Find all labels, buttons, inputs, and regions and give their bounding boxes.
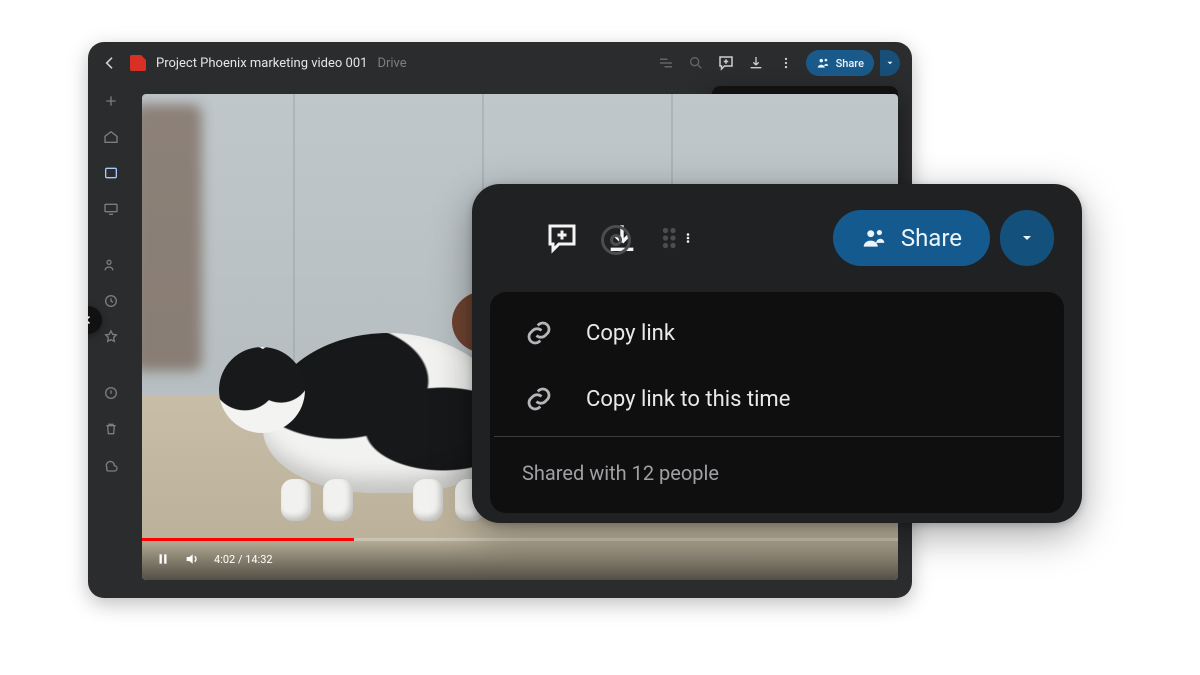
progress-bar[interactable] bbox=[142, 538, 898, 541]
overlay-action-row: Share bbox=[472, 184, 1082, 286]
add-icon[interactable] bbox=[100, 90, 122, 112]
drive-icon[interactable] bbox=[100, 162, 122, 184]
equalizer-icon[interactable] bbox=[656, 53, 676, 73]
search-icon[interactable] bbox=[686, 53, 706, 73]
left-sidebar bbox=[88, 84, 134, 598]
add-comment-icon[interactable] bbox=[544, 220, 580, 256]
share-button[interactable]: Share bbox=[833, 210, 990, 266]
shared-icon[interactable] bbox=[100, 254, 122, 276]
copy-link-time-row[interactable]: Copy link to this time bbox=[494, 366, 1060, 432]
copy-link-time-label: Copy link to this time bbox=[586, 387, 790, 412]
more-icon[interactable] bbox=[776, 53, 796, 73]
share-label: Share bbox=[901, 224, 962, 252]
shared-with-row[interactable]: Shared with 12 people bbox=[494, 441, 1060, 509]
spam-icon[interactable] bbox=[100, 382, 122, 404]
download-icon[interactable] bbox=[604, 220, 640, 256]
add-comment-icon[interactable] bbox=[716, 53, 736, 73]
more-icon[interactable] bbox=[664, 220, 694, 256]
recent-icon[interactable] bbox=[100, 290, 122, 312]
share-label-small: Share bbox=[836, 57, 864, 70]
volume-button[interactable] bbox=[184, 551, 200, 567]
link-icon bbox=[522, 384, 556, 414]
home-icon[interactable] bbox=[100, 126, 122, 148]
trash-icon[interactable] bbox=[100, 418, 122, 440]
file-title: Project Phoenix marketing video 001 bbox=[156, 56, 367, 71]
time-display: 4:02 / 14:32 bbox=[214, 553, 273, 566]
pause-button[interactable] bbox=[156, 552, 170, 566]
shared-with-label: Shared with 12 people bbox=[522, 461, 719, 485]
file-context: Drive bbox=[377, 56, 406, 71]
titlebar: Project Phoenix marketing video 001 Driv… bbox=[88, 42, 912, 84]
share-caret-small[interactable] bbox=[880, 50, 900, 76]
storage-icon[interactable] bbox=[100, 454, 122, 476]
back-button[interactable] bbox=[100, 53, 120, 73]
starred-icon[interactable] bbox=[100, 326, 122, 348]
video-file-icon bbox=[130, 55, 146, 71]
progress-played bbox=[142, 538, 354, 541]
share-dropdown-menu: Copy link Copy link to this time Shared … bbox=[490, 292, 1064, 513]
link-icon bbox=[522, 318, 556, 348]
share-toolbar-enlarged: Share Copy link Copy link to this time S… bbox=[472, 184, 1082, 523]
share-button-small[interactable]: Share bbox=[806, 50, 874, 76]
video-controls: 4:02 / 14:32 bbox=[142, 538, 898, 580]
download-icon[interactable] bbox=[746, 53, 766, 73]
computers-icon[interactable] bbox=[100, 198, 122, 220]
copy-link-label: Copy link bbox=[586, 321, 675, 346]
share-caret[interactable] bbox=[1000, 210, 1054, 266]
copy-link-row[interactable]: Copy link bbox=[494, 300, 1060, 366]
